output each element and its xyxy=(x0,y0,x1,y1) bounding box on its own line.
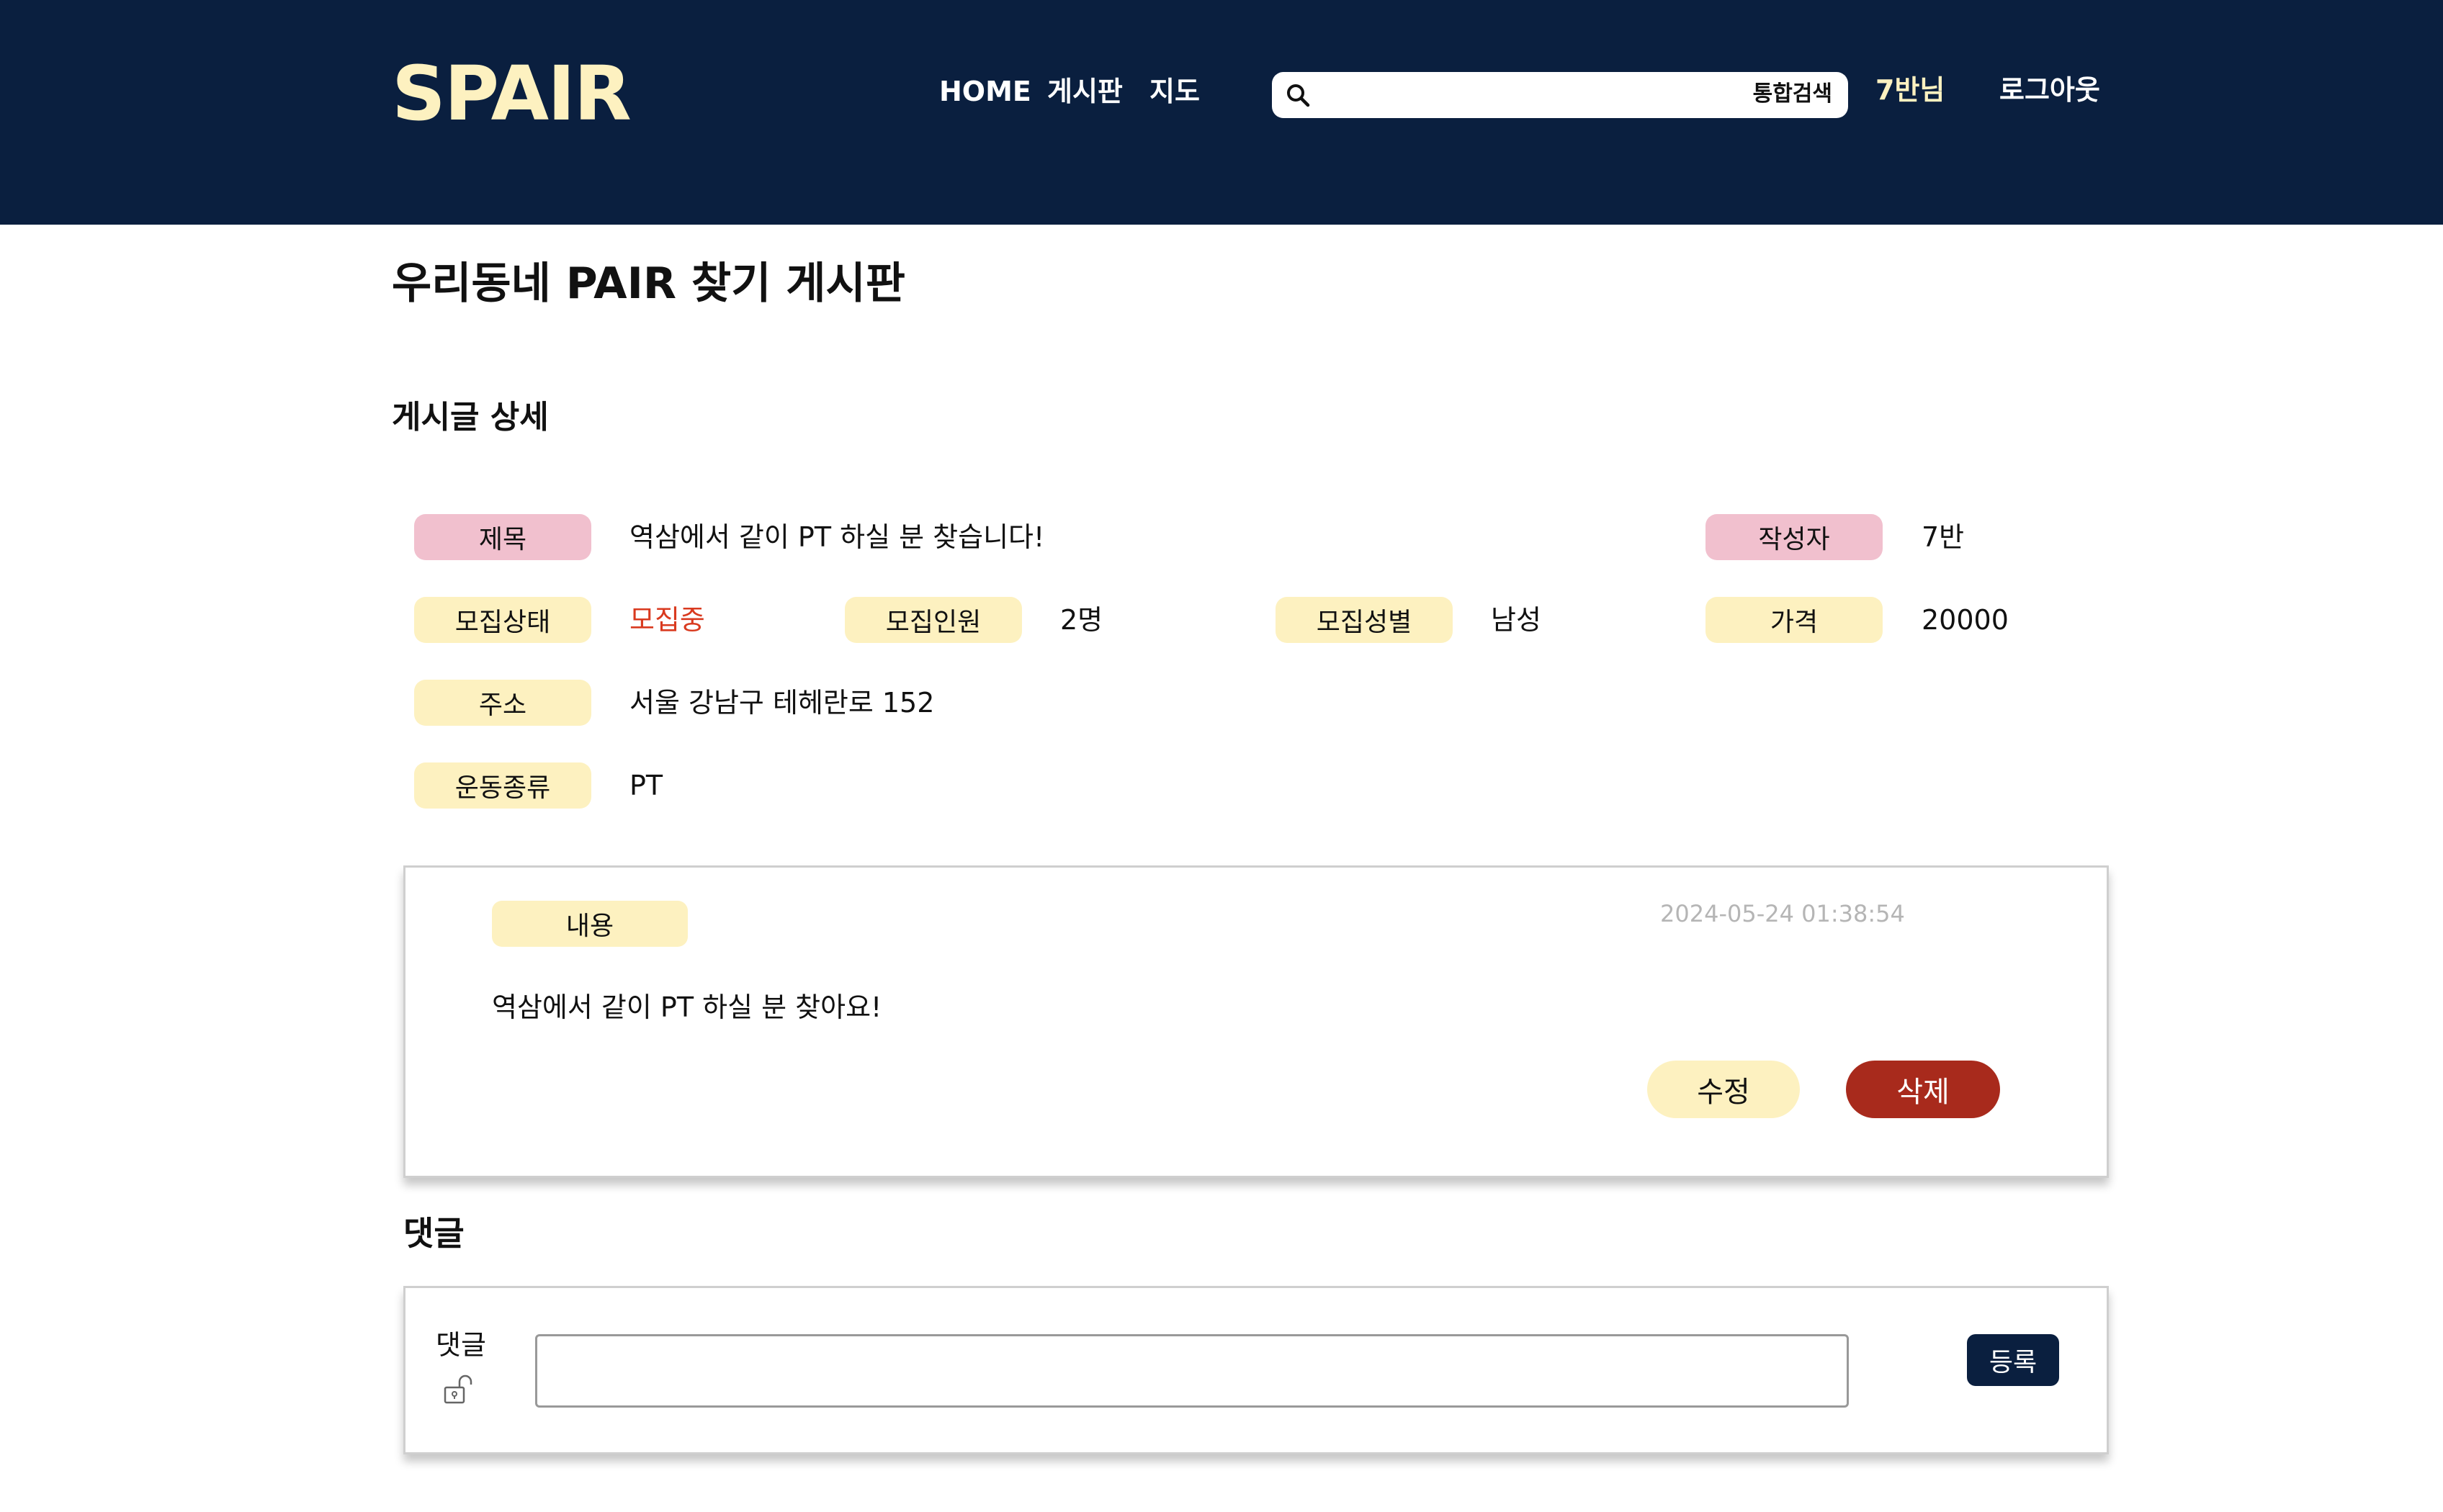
section-title: 게시글 상세 xyxy=(392,399,549,436)
label-content: 내용 xyxy=(492,901,688,947)
comment-form: 댓글 등록 xyxy=(403,1286,2109,1454)
comments-title: 댓글 xyxy=(403,1214,465,1253)
post-exercise: PT xyxy=(629,770,663,801)
post-author: 7반 xyxy=(1922,521,1965,553)
label-gender: 모집성별 xyxy=(1276,597,1453,643)
post-timestamp: 2024-05-24 01:38:54 xyxy=(1660,900,1905,927)
post-content-card: 내용 2024-05-24 01:38:54 역삼에서 같이 PT 하실 분 찾… xyxy=(403,865,2109,1178)
post-address: 서울 강남구 테헤란로 152 xyxy=(629,687,935,719)
logout-button[interactable]: 로그아웃 xyxy=(1999,76,2100,104)
top-header: SPAIR HOME 게시판 지도 통합검색 7반님 로그아웃 xyxy=(0,0,2443,225)
nav-board[interactable]: 게시판 xyxy=(1047,78,1123,105)
label-title: 제목 xyxy=(414,514,591,560)
label-exercise: 운동종류 xyxy=(414,762,591,809)
comment-input[interactable] xyxy=(535,1334,1849,1408)
post-title: 역삼에서 같이 PT 하실 분 찾습니다! xyxy=(629,521,1045,553)
edit-button[interactable]: 수정 xyxy=(1647,1061,1800,1118)
post-content: 역삼에서 같이 PT 하실 분 찾아요! xyxy=(492,991,882,1023)
user-name[interactable]: 7반님 xyxy=(1875,76,1945,104)
unlock-icon[interactable] xyxy=(443,1373,476,1405)
comment-label: 댓글 xyxy=(436,1329,486,1361)
search-input[interactable] xyxy=(1322,79,1726,111)
label-status: 모집상태 xyxy=(414,597,591,643)
logo[interactable]: SPAIR xyxy=(392,56,632,131)
post-status: 모집중 xyxy=(629,604,705,636)
nav-map[interactable]: 지도 xyxy=(1149,78,1200,105)
search-button[interactable]: 통합검색 xyxy=(1753,84,1832,105)
search-icon[interactable] xyxy=(1285,82,1311,108)
nav-home[interactable]: HOME xyxy=(939,78,1031,105)
post-gender: 남성 xyxy=(1491,604,1541,636)
delete-button[interactable]: 삭제 xyxy=(1846,1061,2000,1118)
label-price: 가격 xyxy=(1705,597,1883,643)
label-author: 작성자 xyxy=(1705,514,1883,560)
search-bar: 통합검색 xyxy=(1272,72,1848,118)
label-headcount: 모집인원 xyxy=(845,597,1022,643)
label-address: 주소 xyxy=(414,680,591,726)
post-price: 20000 xyxy=(1922,604,2009,636)
comment-submit-button[interactable]: 등록 xyxy=(1967,1334,2059,1386)
page-title: 우리동네 PAIR 찾기 게시판 xyxy=(392,258,905,309)
post-headcount: 2명 xyxy=(1060,604,1103,636)
